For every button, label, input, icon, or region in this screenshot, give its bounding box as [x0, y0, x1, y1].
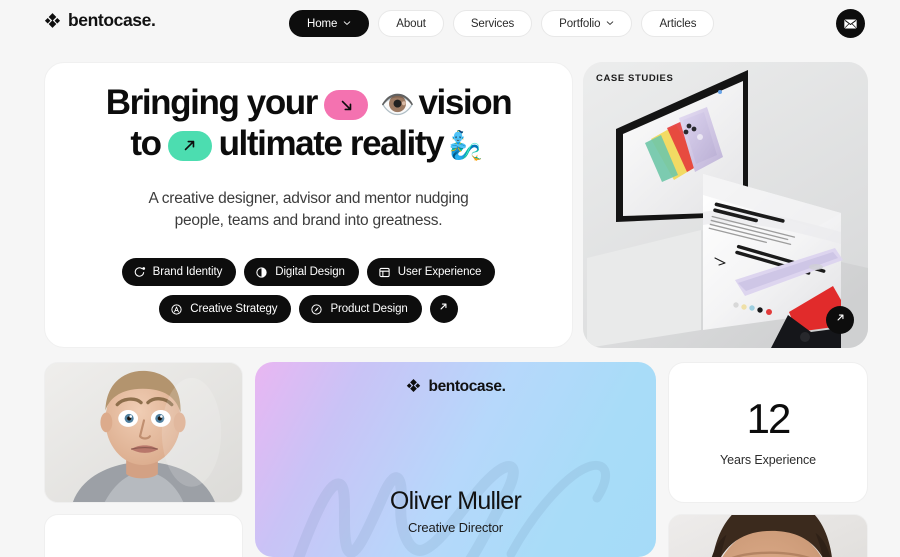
nav-item-label: About	[396, 17, 426, 30]
hero-subtitle-line-1: A creative designer, advisor and mentor …	[148, 190, 469, 208]
tag-label: Digital Design	[275, 266, 345, 279]
brand-name: bentocase.	[68, 10, 156, 30]
hero-heading-text: to	[130, 123, 162, 163]
tag-digital-design[interactable]: Digital Design	[244, 258, 359, 287]
hero-heading-line-2: to ultimate reality 🧞‍♂️	[106, 124, 511, 165]
chevron-down-icon	[606, 19, 614, 27]
tag-label: Product Design	[330, 303, 408, 316]
hero-subtitle: A creative designer, advisor and mentor …	[149, 188, 469, 232]
nav-item-label: Home	[307, 17, 338, 30]
hero-tag-row-1: Brand Identity Digital Design User Exper…	[121, 258, 496, 287]
hero-more-tags-button[interactable]	[429, 295, 458, 324]
nav-item-label: Portfolio	[559, 17, 601, 30]
envelope-icon	[844, 18, 857, 29]
case-studies-artwork	[583, 62, 868, 348]
hero-tag-row-2: Creative Strategy Product Design	[159, 295, 458, 324]
arrow-up-right-icon	[834, 311, 847, 329]
nav-item-about[interactable]: About	[378, 10, 444, 37]
nav-item-portfolio[interactable]: Portfolio	[541, 10, 633, 37]
case-studies-card[interactable]: CASE STUDIES	[583, 62, 868, 348]
hero-tag-list: Brand Identity Digital Design User Exper…	[121, 258, 496, 324]
profile-card[interactable]: bentocase. Oliver Muller Creative Direct…	[255, 362, 656, 557]
case-studies-label: CASE STUDIES	[596, 73, 674, 84]
hero-heading-line-1: Bringing your 👁️ vision	[105, 83, 513, 124]
nav-item-label: Services	[470, 17, 515, 30]
hero-heading-text: ultimate reality	[218, 123, 445, 163]
portrait-card-primary[interactable]	[44, 362, 243, 503]
nav-item-services[interactable]: Services	[452, 10, 533, 37]
arrow-up-right-icon	[437, 300, 450, 318]
stat-card-years-experience: 12 Years Experience	[668, 362, 868, 503]
profile-role: Creative Director	[408, 520, 503, 535]
tag-product-design[interactable]: Product Design	[299, 295, 422, 324]
profile-name: Oliver Muller	[389, 487, 522, 515]
eye-emoji: 👁️	[380, 89, 415, 121]
four-diamond-logo-icon	[406, 378, 423, 395]
nav-item-articles[interactable]: Articles	[641, 10, 715, 37]
brand-identity-icon	[133, 266, 146, 279]
hero-subtitle-line-2: people, teams and brand into greatness.	[174, 212, 443, 230]
circle-a-icon	[170, 303, 183, 316]
arrow-down-right-icon	[324, 90, 368, 121]
brand-logo[interactable]: bentocase.	[44, 10, 156, 30]
site-header: bentocase. Home About Services Portfolio	[0, 0, 900, 48]
stat-value: 12	[746, 395, 792, 442]
hero-heading-text: Bringing your	[105, 83, 319, 122]
four-diamond-logo-icon	[44, 12, 61, 29]
hero-card: Bringing your 👁️ vision to ultimate real…	[44, 62, 573, 348]
layout-window-icon	[378, 266, 391, 279]
hero-heading-text: vision	[418, 83, 512, 122]
tag-user-experience[interactable]: User Experience	[366, 258, 496, 287]
nav-item-label: Articles	[659, 17, 697, 30]
tag-creative-strategy[interactable]: Creative Strategy	[159, 295, 292, 324]
profile-brand-name: bentocase.	[428, 377, 506, 395]
hero-heading: Bringing your 👁️ vision to ultimate real…	[105, 83, 513, 165]
tag-label: User Experience	[397, 266, 482, 279]
tag-brand-identity[interactable]: Brand Identity	[121, 258, 237, 287]
genie-emoji: 🧞‍♂️	[448, 129, 483, 161]
half-circle-contrast-icon	[255, 266, 268, 279]
chevron-down-icon	[343, 19, 351, 27]
contact-mail-button[interactable]	[836, 9, 865, 38]
portrait-photo-man-surprised	[45, 363, 242, 502]
stat-label: Years Experience	[720, 453, 816, 467]
tag-label: Creative Strategy	[190, 303, 278, 316]
profile-brand-logo: bentocase.	[406, 378, 506, 395]
portrait-card-secondary[interactable]	[668, 514, 868, 557]
circle-swirl-icon	[310, 303, 323, 316]
tag-label: Brand Identity	[152, 266, 223, 279]
portrait-photo-man-forehead	[669, 515, 867, 557]
page-root: bentocase. Home About Services Portfolio	[0, 0, 900, 557]
case-studies-cta-button[interactable]	[826, 306, 854, 334]
secondary-empty-card[interactable]	[44, 514, 243, 557]
main-navigation: Home About Services Portfolio Articles	[289, 10, 715, 37]
nav-item-home[interactable]: Home	[289, 10, 370, 37]
arrow-up-right-icon	[167, 130, 212, 161]
